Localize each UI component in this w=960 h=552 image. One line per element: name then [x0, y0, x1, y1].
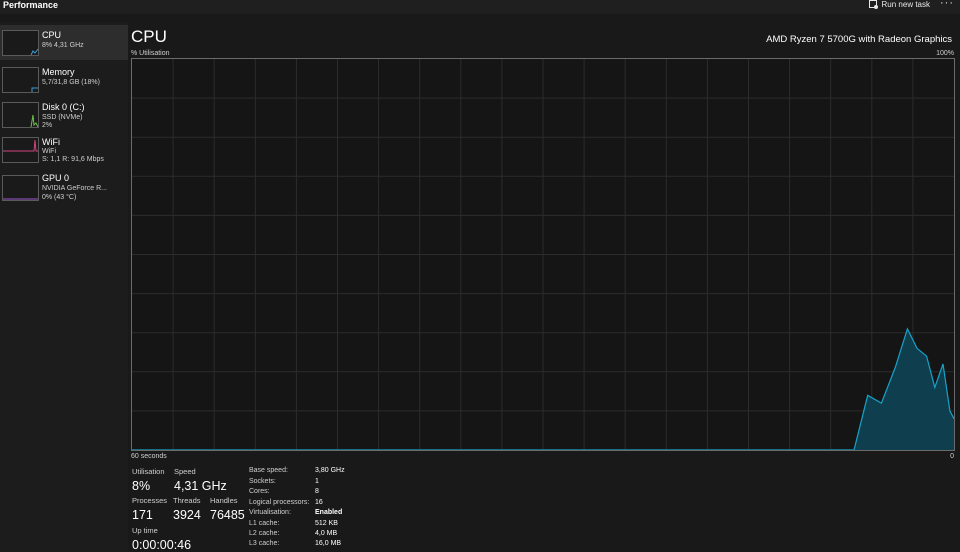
sidebar-item-label: WiFi	[42, 137, 60, 147]
axis-max-label: 100%	[936, 50, 954, 57]
sidebar-item-detail: WiFi	[42, 148, 56, 155]
stat-value: 76485	[210, 508, 245, 522]
axis-min-label: 0	[950, 453, 954, 460]
cpu-model-name: AMD Ryzen 7 5700G with Radeon Graphics	[766, 34, 952, 45]
spec-value: 16	[315, 499, 323, 506]
stat-label: Processes	[132, 496, 168, 505]
spec-value: 512 KB	[315, 520, 338, 527]
spec-label: L3 cache:	[249, 540, 280, 547]
spec-label: Virtualisation:	[249, 509, 291, 516]
spec-value: Enabled	[315, 509, 343, 516]
sidebar: CPU 8% 4,31 GHz Memory 5,7/31,8 GB (18%)…	[0, 22, 128, 552]
sidebar-item-wifi[interactable]: WiFi WiFi S: 1,1 R: 91,6 Mbps	[0, 134, 128, 169]
stat-value: 4,31 GHz	[174, 479, 227, 493]
stat-value: 8%	[132, 479, 151, 493]
spec-label: L1 cache:	[249, 520, 280, 527]
spec-label: Logical processors:	[249, 499, 310, 506]
stat-label: Threads	[173, 496, 201, 505]
sidebar-item-detail-2: S: 1,1 R: 91,6 Mbps	[42, 156, 104, 163]
stat-label: Up time	[132, 526, 158, 535]
stat-label: Speed	[174, 467, 196, 476]
sidebar-item-memory[interactable]: Memory 5,7/31,8 GB (18%)	[0, 62, 128, 97]
spec-value: 1	[315, 478, 319, 485]
stat-value: 0:00:00:46	[132, 538, 192, 552]
sidebar-item-cpu[interactable]: CPU 8% 4,31 GHz	[0, 25, 128, 60]
utilisation-stat: Utilisation 8%	[132, 467, 165, 493]
spec-value: 16,0 MB	[315, 540, 342, 547]
sidebar-item-label: Memory	[42, 67, 75, 77]
sidebar-item-detail-2: 2%	[42, 122, 53, 129]
stat-label: Handles	[210, 496, 238, 505]
spec-label: Base speed:	[249, 467, 288, 474]
graph-canvas	[132, 59, 954, 450]
threads-stat: Threads 3924	[173, 496, 201, 522]
speed-stat: Speed 4,31 GHz	[174, 467, 227, 493]
sidebar-item-gpu[interactable]: GPU 0 NVIDIA GeForce R... 0% (43 °C)	[0, 170, 128, 205]
sidebar-item-disk[interactable]: Disk 0 (C:) SSD (NVMe) 2%	[0, 97, 128, 132]
spec-label: Cores:	[249, 488, 270, 495]
title-bar: Performance Run new task ···	[0, 0, 960, 14]
sidebar-item-detail-2: 0% (43 °C)	[42, 194, 77, 201]
time-window-label: 60 seconds	[131, 453, 167, 460]
sidebar-item-detail: 8% 4,31 GHz	[42, 42, 84, 49]
sidebar-item-label: Disk 0 (C:)	[42, 102, 85, 112]
sidebar-item-detail: SSD (NVMe)	[42, 114, 83, 121]
spec-label: L2 cache:	[249, 530, 280, 537]
wifi-thumbnail	[2, 137, 39, 163]
run-task-label: Run new task	[881, 0, 930, 9]
page-title: Performance	[3, 0, 59, 10]
spec-value: 4,0 MB	[315, 530, 338, 537]
handles-stat: Handles 76485	[210, 496, 245, 522]
sidebar-item-label: CPU	[42, 30, 62, 40]
stat-value: 3924	[173, 508, 201, 522]
more-options-icon[interactable]: ···	[940, 0, 954, 9]
section-title: CPU	[131, 27, 167, 46]
stat-value: 171	[132, 508, 153, 522]
processes-stat: Processes 171	[132, 496, 167, 522]
run-new-task-button[interactable]: Run new task	[868, 0, 930, 9]
spec-label: Sockets:	[249, 478, 276, 485]
spec-value: 8	[315, 488, 319, 495]
sidebar-item-detail: 5,7/31,8 GB (18%)	[42, 79, 100, 86]
spec-value: 3,80 GHz	[315, 467, 345, 474]
cpu-utilisation-graph	[131, 58, 955, 451]
cpu-thumbnail	[2, 30, 39, 56]
utilisation-axis-label: % Utilisation	[131, 50, 170, 57]
disk-thumbnail	[2, 102, 39, 128]
stat-label: Utilisation	[132, 467, 165, 476]
gpu-thumbnail	[2, 175, 39, 201]
sidebar-item-detail: NVIDIA GeForce R...	[42, 185, 107, 192]
run-task-icon	[868, 0, 878, 9]
memory-thumbnail	[2, 67, 39, 93]
sidebar-item-label: GPU 0	[42, 173, 70, 183]
uptime-stat: Up time 0:00:00:46	[132, 526, 191, 552]
